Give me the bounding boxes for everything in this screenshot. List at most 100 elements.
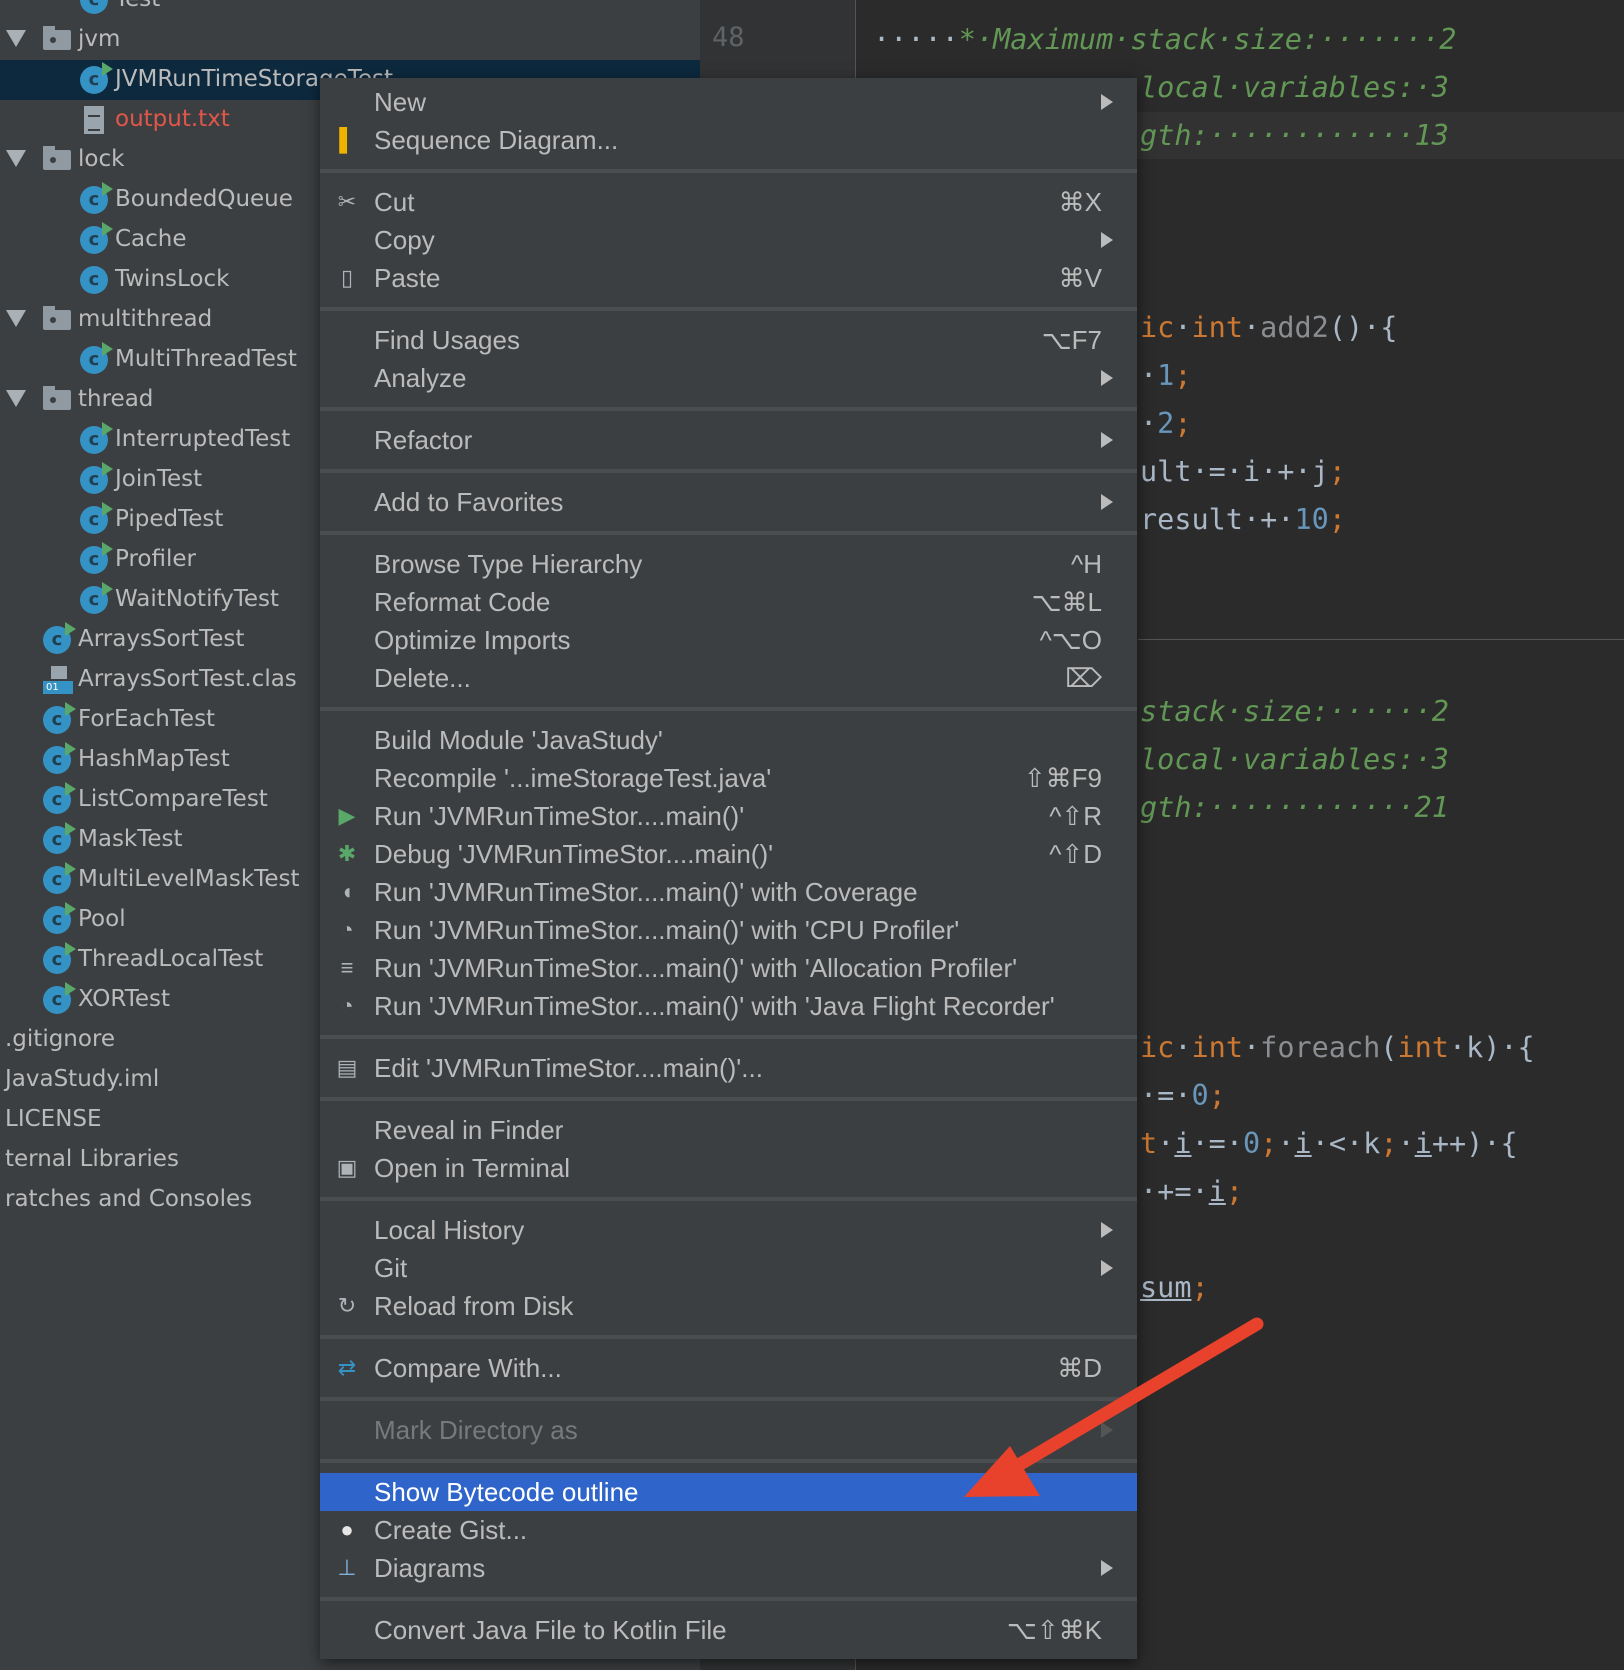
menu-item-run-jvmruntimestor-main-with-java-flight-recorder[interactable]: ◔ Run 'JVMRunTimeStor....main()' with 'Ja… xyxy=(320,987,1137,1025)
code-line: ·1; xyxy=(1140,352,1192,400)
code-token: · xyxy=(1174,311,1192,344)
menu-separator xyxy=(320,459,1137,483)
code-token: ; xyxy=(1328,503,1346,536)
code-token: ; xyxy=(1191,1271,1209,1304)
menu-item-label: Copy xyxy=(374,225,435,255)
tree-item-label: .gitignore xyxy=(5,1026,116,1052)
menu-item-label: Run 'JVMRunTimeStor....main()' with 'CPU… xyxy=(374,915,960,945)
java-class-icon: c xyxy=(80,0,108,14)
menu-item-diagrams[interactable]: ⊥ Diagrams xyxy=(320,1549,1137,1587)
menu-item-label: Edit 'JVMRunTimeStor....main()'... xyxy=(374,1053,763,1083)
runnable-marker-icon xyxy=(65,622,76,636)
submenu-arrow-icon xyxy=(1101,94,1113,110)
menu-item-browse-type-hierarchy[interactable]: Browse Type Hierarchy ^H xyxy=(320,545,1137,583)
menu-item-find-usages[interactable]: Find Usages ⌥F7 xyxy=(320,321,1137,359)
expand-arrow-icon[interactable] xyxy=(6,310,26,327)
java-class-icon: c xyxy=(80,502,113,534)
java-class-icon: c xyxy=(43,942,76,974)
menu-item-run-jvmruntimestor-main-with-coverage[interactable]: ◖ Run 'JVMRunTimeStor....main()' with Cov… xyxy=(320,873,1137,911)
menu-item-git[interactable]: Git xyxy=(320,1249,1137,1287)
menu-separator xyxy=(320,1187,1137,1211)
runnable-marker-icon xyxy=(65,782,76,796)
menu-item-shortcut: ⌦ xyxy=(1065,663,1102,693)
code-token: ; xyxy=(1174,407,1192,440)
tree-item[interactable]: jvm xyxy=(0,20,700,60)
tree-item-label: WaitNotifyTest xyxy=(115,586,280,612)
menu-item-open-in-terminal[interactable]: ▣ Open in Terminal xyxy=(320,1149,1137,1187)
menu-item-run-jvmruntimestor-main-with-allocation-profiler[interactable]: ≡ Run 'JVMRunTimeStor....main()' with 'Al… xyxy=(320,949,1137,987)
menu-item-edit-jvmruntimestor-main[interactable]: ▤ Edit 'JVMRunTimeStor....main()'... xyxy=(320,1049,1137,1087)
menu-item-shortcut: ^⇧D xyxy=(1049,839,1102,869)
expand-arrow-icon[interactable] xyxy=(6,390,26,407)
menu-item-compare-with[interactable]: ⇄ Compare With... ⌘D xyxy=(320,1349,1137,1387)
menu-item-refactor[interactable]: Refactor xyxy=(320,421,1137,459)
menu-item-paste[interactable]: ▯ Paste ⌘V xyxy=(320,259,1137,297)
code-token: · xyxy=(1242,1031,1261,1064)
runnable-marker-icon xyxy=(65,942,76,956)
java-class-icon: c xyxy=(43,982,76,1014)
code-token: 2 xyxy=(1157,407,1175,440)
sequence-diagram-icon: ▌ xyxy=(339,127,355,152)
runnable-marker-icon xyxy=(65,982,76,996)
tree-item-label: output.txt xyxy=(115,106,230,132)
text-file-icon xyxy=(84,106,104,134)
runnable-marker-icon xyxy=(102,222,113,236)
submenu-arrow-icon xyxy=(1101,432,1113,448)
diagrams-icon: ⊥ xyxy=(337,1555,357,1580)
menu-item-reload-from-disk[interactable]: ↻ Reload from Disk xyxy=(320,1287,1137,1325)
menu-item-copy[interactable]: Copy xyxy=(320,221,1137,259)
expand-arrow-icon[interactable] xyxy=(6,30,26,47)
submenu-arrow-icon xyxy=(1101,232,1113,248)
menu-item-reveal-in-finder[interactable]: Reveal in Finder xyxy=(320,1111,1137,1149)
clipboard-icon: ▯ xyxy=(340,265,354,290)
menu-item-shortcut: ^H xyxy=(1071,549,1102,579)
code-line: gth:············21 xyxy=(1140,784,1449,832)
menu-item-cut[interactable]: ✂ Cut ⌘X xyxy=(320,183,1137,221)
code-token: 10 xyxy=(1294,503,1329,536)
menu-item-label: Analyze xyxy=(374,363,467,393)
menu-item-shortcut: ⌘X xyxy=(1058,187,1102,217)
cpu-profiler-icon: ◔ xyxy=(340,917,354,942)
menu-item-debug-jvmruntimestor-main[interactable]: ✱ Debug 'JVMRunTimeStor....main()' ^⇧D xyxy=(320,835,1137,873)
code-token: sum xyxy=(1140,1271,1192,1304)
menu-item-local-history[interactable]: Local History xyxy=(320,1211,1137,1249)
menu-item-convert-java-file-to-kotlin-file[interactable]: Convert Java File to Kotlin File ⌥⇧⌘K xyxy=(320,1611,1137,1649)
menu-separator xyxy=(320,697,1137,721)
tree-item-label: XORTest xyxy=(78,986,170,1012)
code-line: ic·int·foreach(int·k)·{ xyxy=(1140,1024,1535,1072)
runnable-marker-icon xyxy=(102,422,113,436)
tree-item[interactable]: c Test xyxy=(0,0,700,20)
menu-item-delete[interactable]: Delete... ⌦ xyxy=(320,659,1137,697)
folder-icon xyxy=(43,146,71,170)
code-token: · xyxy=(1157,1127,1175,1160)
menu-item-recompile-imestoragetest-java[interactable]: Recompile '...imeStorageTest.java' ⇧⌘F9 xyxy=(320,759,1137,797)
code-line: gth:············13 xyxy=(1140,112,1449,160)
java-class-icon: c xyxy=(43,742,76,774)
code-token: ult·=·i·+·j xyxy=(1140,455,1329,488)
menu-item-show-bytecode-outline[interactable]: Show Bytecode outline xyxy=(320,1473,1137,1511)
menu-item-run-jvmruntimestor-main-with-cpu-profiler[interactable]: ◔ Run 'JVMRunTimeStor....main()' with 'CP… xyxy=(320,911,1137,949)
menu-item-reformat-code[interactable]: Reformat Code ⌥⌘L xyxy=(320,583,1137,621)
java-class-icon: c xyxy=(43,782,76,814)
menu-item-create-gist[interactable]: ● Create Gist... xyxy=(320,1511,1137,1549)
runnable-marker-icon xyxy=(65,702,76,716)
java-class-icon: c xyxy=(80,182,113,214)
menu-item-analyze[interactable]: Analyze xyxy=(320,359,1137,397)
java-class-icon: c xyxy=(80,62,113,94)
java-class-icon: c xyxy=(43,702,76,734)
menu-item-add-to-favorites[interactable]: Add to Favorites xyxy=(320,483,1137,521)
menu-item-label: Open in Terminal xyxy=(374,1153,571,1183)
menu-item-new[interactable]: New xyxy=(320,83,1137,121)
menu-item-run-jvmruntimestor-main[interactable]: ▶ Run 'JVMRunTimeStor....main()' ^⇧R xyxy=(320,797,1137,835)
expand-arrow-icon[interactable] xyxy=(6,150,26,167)
code-token: ·+=· xyxy=(1140,1175,1209,1208)
menu-item-optimize-imports[interactable]: Optimize Imports ^⌥O xyxy=(320,621,1137,659)
menu-item-build-module-javastudy[interactable]: Build Module 'JavaStudy' xyxy=(320,721,1137,759)
runnable-marker-icon xyxy=(65,902,76,916)
context-menu: New ▌ Sequence Diagram... ✂ Cut ⌘X Copy ▯ Paste ⌘… xyxy=(320,78,1137,1659)
menu-item-sequence-diagram[interactable]: ▌ Sequence Diagram... xyxy=(320,121,1137,159)
menu-item-label: Convert Java File to Kotlin File xyxy=(374,1615,727,1645)
code-token: ····· xyxy=(873,23,959,56)
runnable-marker-icon xyxy=(102,342,113,356)
menu-item-mark-directory-as: Mark Directory as xyxy=(320,1411,1137,1449)
